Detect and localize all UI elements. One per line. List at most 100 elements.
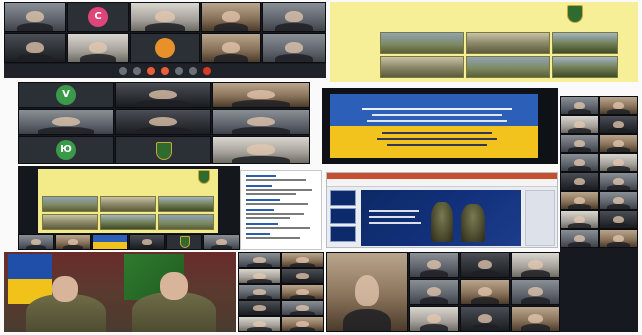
more-icon[interactable]	[189, 67, 197, 75]
slide-photo	[380, 32, 464, 54]
participant-tile[interactable]	[560, 96, 599, 115]
slide-text-line	[377, 138, 497, 140]
participant-tile[interactable]	[599, 134, 638, 153]
participant-tile[interactable]	[560, 153, 599, 172]
participants-icon[interactable]	[175, 67, 183, 75]
chat-sender	[246, 185, 272, 187]
participant-tile[interactable]	[4, 2, 66, 32]
chat-panel[interactable]	[240, 170, 322, 250]
participant-tile[interactable]	[409, 306, 459, 332]
participant-tile[interactable]	[460, 252, 510, 278]
participant-tile[interactable]	[262, 33, 326, 63]
slide-text-line	[367, 120, 507, 122]
participant-tile[interactable]	[409, 279, 459, 305]
participant-tile[interactable]	[460, 306, 510, 332]
participant-tile[interactable]	[281, 252, 324, 268]
powerpoint-ribbon	[327, 179, 557, 187]
chat-message	[246, 179, 306, 181]
participant-tile[interactable]	[238, 300, 281, 316]
participant-tile[interactable]	[238, 316, 281, 332]
participant-tile[interactable]	[130, 33, 200, 63]
chat-sender	[246, 175, 276, 177]
speaker-video-officers[interactable]	[4, 252, 236, 332]
participant-tile[interactable]	[67, 33, 129, 63]
participant-tile[interactable]	[201, 2, 261, 32]
participant-tile[interactable]	[281, 316, 324, 332]
participant-tile[interactable]	[281, 300, 324, 316]
participant-tile[interactable]	[281, 284, 324, 300]
slide-thumbnail[interactable]	[330, 226, 356, 242]
participant-tile[interactable]	[599, 191, 638, 210]
chat-sender	[246, 223, 278, 225]
slide-canvas	[361, 190, 521, 246]
mic-icon[interactable]	[119, 67, 127, 75]
participant-tile[interactable]	[281, 268, 324, 284]
share-screen-icon[interactable]	[147, 67, 155, 75]
slide-text-line	[369, 222, 421, 224]
participant-tile[interactable]	[92, 234, 128, 250]
participant-tile[interactable]: V	[18, 82, 114, 108]
participant-tile[interactable]	[511, 279, 560, 305]
participant-tile[interactable]	[599, 115, 638, 134]
video-grid-right	[560, 96, 638, 332]
officer-left-face	[52, 276, 78, 302]
participant-tile[interactable]	[409, 252, 459, 278]
participant-tile[interactable]	[599, 153, 638, 172]
participant-tile[interactable]	[18, 109, 114, 135]
participant-tile[interactable]	[115, 136, 211, 164]
participant-tile[interactable]: C	[67, 2, 129, 32]
powerpoint-window[interactable]	[326, 172, 558, 248]
participant-tile[interactable]	[560, 210, 599, 229]
slide-photo	[552, 56, 618, 78]
participant-tile[interactable]	[560, 134, 599, 153]
participant-tile[interactable]	[599, 229, 638, 248]
military-emblem-icon	[156, 142, 172, 160]
participant-tile[interactable]	[18, 234, 54, 250]
participant-tile[interactable]: Ю	[18, 136, 114, 164]
meeting-toolbar	[4, 64, 326, 78]
participant-tile[interactable]	[55, 234, 91, 250]
participant-tile[interactable]	[203, 234, 240, 250]
slide-notes-pane	[525, 190, 555, 246]
active-speaker-tile[interactable]	[326, 252, 408, 332]
camera-icon[interactable]	[133, 67, 141, 75]
participant-tile[interactable]	[166, 234, 202, 250]
participant-tile[interactable]	[238, 284, 281, 300]
reactions-icon[interactable]	[161, 67, 169, 75]
participant-tile[interactable]	[129, 234, 165, 250]
slide-thumbnail[interactable]	[330, 190, 356, 206]
participant-tile[interactable]	[560, 115, 599, 134]
participant-tile[interactable]	[560, 191, 599, 210]
video-grid-middle-left: V Ю	[18, 82, 310, 164]
slide-photo	[100, 196, 156, 212]
participant-tile[interactable]	[115, 109, 211, 135]
slide-title	[38, 172, 218, 177]
end-call-icon[interactable]	[203, 67, 211, 75]
participant-tile[interactable]	[4, 33, 66, 63]
slide-soldier-image	[431, 202, 453, 242]
participant-tile[interactable]	[238, 252, 281, 268]
participant-tile[interactable]	[212, 136, 310, 164]
participant-tile[interactable]	[560, 172, 599, 191]
participant-tile[interactable]	[599, 96, 638, 115]
participant-tile[interactable]	[115, 82, 211, 108]
chat-message	[246, 193, 296, 195]
participant-tile[interactable]	[130, 2, 200, 32]
participant-avatar: Ю	[56, 140, 76, 160]
participant-tile[interactable]	[212, 109, 310, 135]
slide-thumbnail[interactable]	[330, 208, 356, 224]
participant-tile[interactable]	[212, 82, 310, 108]
participant-tile[interactable]	[238, 268, 281, 284]
participant-tile[interactable]	[511, 252, 560, 278]
participant-tile[interactable]	[599, 210, 638, 229]
participant-tile[interactable]	[201, 33, 261, 63]
slide-text-line	[382, 132, 492, 134]
collage-stage: C V Ю	[0, 0, 642, 335]
chat-message	[246, 217, 290, 219]
participant-tile[interactable]	[599, 172, 638, 191]
participant-tile[interactable]	[460, 279, 510, 305]
participant-tile[interactable]	[511, 306, 560, 332]
chat-message	[246, 213, 304, 215]
participant-tile[interactable]	[560, 229, 599, 248]
participant-tile[interactable]	[262, 2, 326, 32]
